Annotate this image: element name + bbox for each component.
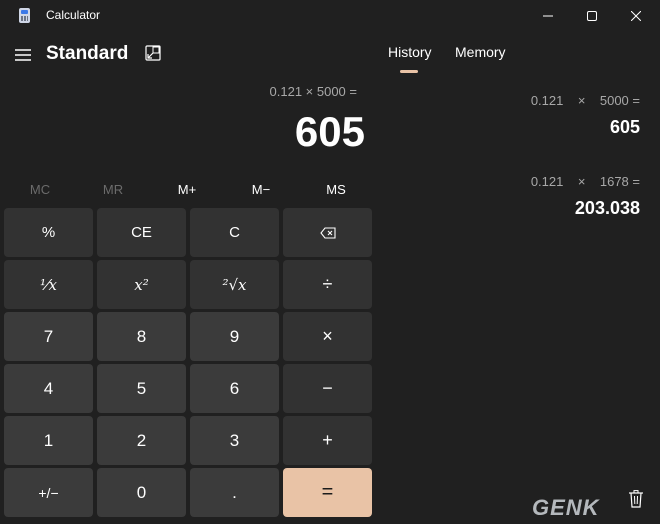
backspace-button[interactable] — [283, 208, 372, 257]
six-button[interactable]: 6 — [190, 364, 279, 413]
history-operator: × — [577, 93, 586, 108]
zero-button[interactable]: 0 — [97, 468, 186, 517]
history-operator: × — [577, 174, 586, 189]
maximize-icon — [587, 11, 597, 21]
history-operand: 0.121 — [530, 93, 564, 108]
close-icon — [631, 11, 641, 21]
negate-button[interactable]: +/− — [4, 468, 93, 517]
history-item-1-result[interactable]: 605 — [610, 117, 640, 138]
title-bar: Calculator — [0, 0, 660, 32]
divide-button[interactable]: ÷ — [283, 260, 372, 309]
memory-clear-button[interactable]: MC — [15, 182, 65, 197]
history-item-1-expression[interactable]: 0.121 × 5000 = — [531, 93, 640, 108]
three-button[interactable]: 3 — [190, 416, 279, 465]
one-button[interactable]: 1 — [4, 416, 93, 465]
four-button[interactable]: 4 — [4, 364, 93, 413]
expression-display: 0.121 × 5000 = — [269, 84, 357, 99]
active-tab-indicator — [400, 70, 418, 73]
square-label: x² — [134, 275, 149, 294]
five-button[interactable]: 5 — [97, 364, 186, 413]
history-operand: 1678 — [599, 174, 629, 189]
app-header: Standard History Memory — [0, 36, 660, 76]
watermark-text: GENK — [532, 495, 601, 520]
memory-add-button[interactable]: M+ — [162, 182, 212, 197]
backspace-icon — [319, 226, 336, 239]
plus-button[interactable]: + — [283, 416, 372, 465]
history-equals: = — [632, 174, 640, 189]
reciprocal-button[interactable]: ⅟x — [4, 260, 93, 309]
keep-on-top-icon[interactable] — [145, 45, 161, 61]
memory-store-button[interactable]: MS — [311, 182, 361, 197]
history-operand: 5000 — [599, 93, 629, 108]
equals-button[interactable]: = — [283, 468, 372, 517]
history-item-2-expression[interactable]: 0.121 × 1678 = — [531, 174, 640, 189]
memory-recall-button[interactable]: MR — [88, 182, 138, 197]
decimal-button[interactable]: . — [190, 468, 279, 517]
memory-subtract-button[interactable]: M− — [236, 182, 286, 197]
two-button[interactable]: 2 — [97, 416, 186, 465]
memory-row: MC MR M+ M− MS — [0, 178, 380, 204]
square-root-button[interactable]: ²√x — [190, 260, 279, 309]
clear-button[interactable]: C — [190, 208, 279, 257]
clear-entry-button[interactable]: CE — [97, 208, 186, 257]
eight-button[interactable]: 8 — [97, 312, 186, 361]
calculator-app-icon — [19, 8, 30, 23]
minimize-button[interactable] — [526, 0, 570, 32]
close-button[interactable] — [614, 0, 658, 32]
result-display: 605 — [294, 108, 365, 155]
maximize-button[interactable] — [570, 0, 614, 32]
history-equals: = — [632, 93, 640, 108]
trash-icon[interactable] — [628, 490, 644, 508]
tab-memory[interactable]: Memory — [455, 44, 506, 60]
history-operand: 0.121 — [530, 174, 564, 189]
seven-button[interactable]: 7 — [4, 312, 93, 361]
window-title: Calculator — [46, 8, 101, 22]
minus-button[interactable]: − — [283, 364, 372, 413]
nine-button[interactable]: 9 — [190, 312, 279, 361]
percent-button[interactable]: % — [4, 208, 93, 257]
mode-title: Standard — [46, 43, 129, 64]
minimize-icon — [543, 15, 553, 17]
menu-icon[interactable] — [14, 46, 32, 64]
tab-history[interactable]: History — [388, 44, 432, 60]
multiply-button[interactable]: × — [283, 312, 372, 361]
reciprocal-label: ⅟x — [40, 275, 57, 294]
history-item-2-result[interactable]: 203.038 — [575, 198, 640, 219]
square-root-label: ²√x — [222, 275, 247, 294]
square-button[interactable]: x² — [97, 260, 186, 309]
